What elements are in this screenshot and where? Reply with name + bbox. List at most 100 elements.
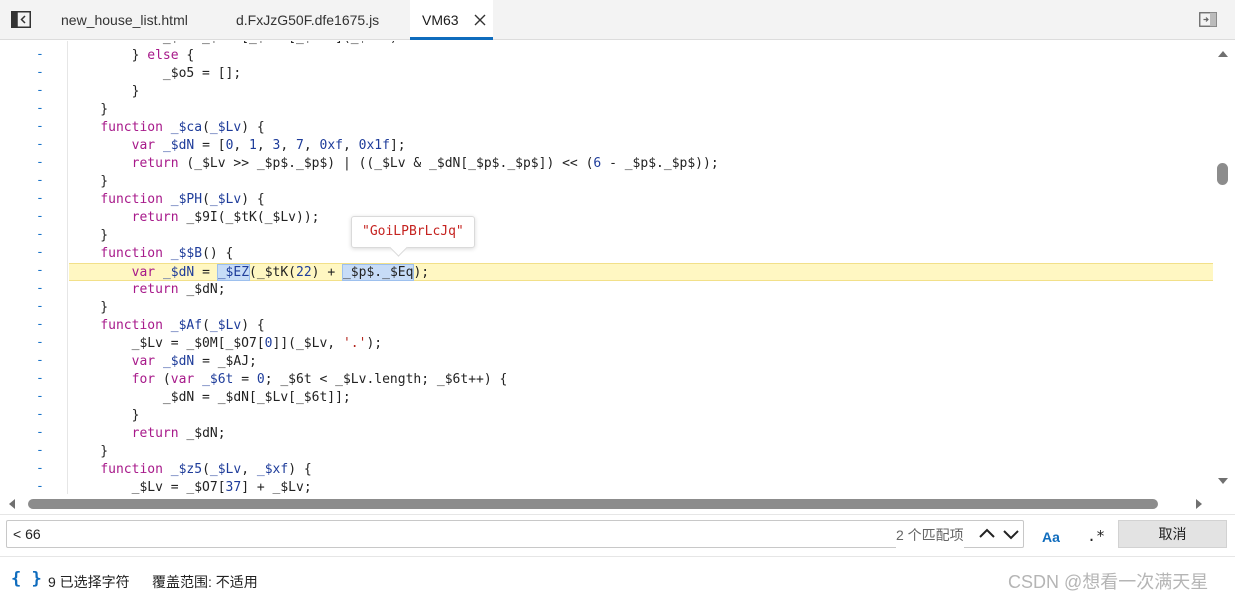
gutter-marker[interactable]: - — [36, 281, 50, 296]
gutter-marker[interactable]: - — [36, 443, 50, 458]
gutter-marker[interactable]: - — [36, 137, 50, 152]
gutter-marker[interactable]: - — [36, 299, 50, 314]
scroll-right-icon[interactable] — [1196, 499, 1202, 509]
code-token: ) { — [241, 192, 265, 207]
regex-button[interactable]: .* — [1087, 527, 1105, 545]
code-line[interactable]: function _$$B() { — [69, 245, 1213, 263]
code-line[interactable]: function _$ca(_$Lv) { — [69, 119, 1213, 137]
code-line[interactable]: return (_$Lv >> _$p$._$p$) | ((_$Lv & _$… — [69, 155, 1213, 173]
scroll-up-icon[interactable] — [1218, 51, 1228, 57]
code-line[interactable]: function _$Af(_$Lv) { — [69, 317, 1213, 335]
gutter-marker[interactable]: - — [36, 65, 50, 80]
code-token: ; _$6t < _$Lv.length; _$6t++) { — [264, 372, 508, 387]
scroll-down-icon[interactable] — [1218, 478, 1228, 484]
tab-new-house-list[interactable]: new_house_list.html — [45, 0, 204, 40]
gutter-marker[interactable]: - — [36, 461, 50, 476]
code-line[interactable]: return _$9I(_$tK(_$Lv)); — [69, 209, 1213, 227]
code-line[interactable]: for (var _$6t = 0; _$6t < _$Lv.length; _… — [69, 371, 1213, 389]
vertical-scrollbar[interactable] — [1213, 41, 1235, 494]
vertical-scroll-thumb[interactable] — [1217, 163, 1228, 185]
code-token: = [ — [194, 138, 226, 153]
code-token: _$Lv = _$0M[_$O7[ — [69, 336, 265, 351]
horizontal-scroll-thumb[interactable] — [28, 499, 1158, 509]
toggle-navigator-icon[interactable] — [11, 11, 31, 28]
code-line[interactable]: _$Lv = _$0M[_$O7[0]](_$Lv, '.'); — [69, 335, 1213, 353]
code-line[interactable]: } — [69, 83, 1213, 101]
tab-vm63[interactable]: VM63 — [410, 0, 493, 40]
code-token: ( — [202, 318, 210, 333]
code-line[interactable]: var _$dN = [0, 1, 3, 7, 0xf, 0x1f]; — [69, 137, 1213, 155]
code-token: 0xf — [319, 138, 343, 153]
code-line[interactable]: } — [69, 173, 1213, 191]
previous-match-icon[interactable] — [976, 522, 998, 546]
code-line[interactable]: function _$z5(_$Lv, _$xf) { — [69, 461, 1213, 479]
code-token: ) { — [241, 318, 265, 333]
code-line[interactable]: var _$dN = _$AJ; — [69, 353, 1213, 371]
gutter-marker[interactable]: - — [36, 389, 50, 404]
gutter-marker[interactable]: - — [36, 263, 50, 278]
code-token: , — [280, 138, 297, 153]
code-line[interactable]: function _$PH(_$Lv) { — [69, 191, 1213, 209]
code-line[interactable]: } — [69, 443, 1213, 461]
code-token: ( — [202, 462, 210, 477]
gutter-marker[interactable]: - — [36, 245, 50, 260]
code-line[interactable]: } — [69, 101, 1213, 119]
gutter-marker[interactable]: - — [36, 119, 50, 134]
cancel-button[interactable]: 取消 — [1118, 520, 1227, 548]
horizontal-scrollbar[interactable] — [0, 494, 1213, 514]
highlighted-code-line[interactable]: var _$dN = _$EZ(_$tK(22) + _$p$._$Eq); — [69, 263, 1213, 281]
next-match-icon[interactable] — [1000, 522, 1022, 546]
search-input[interactable]: < 66 — [6, 520, 1024, 548]
code-line[interactable]: _$o5 = []; — [69, 65, 1213, 83]
code-token: = — [194, 265, 218, 280]
code-token: 22 — [296, 265, 312, 280]
pretty-print-icon[interactable]: { } — [11, 569, 42, 589]
close-icon[interactable] — [472, 12, 488, 28]
code-line[interactable]: return _$dN; — [69, 425, 1213, 443]
gutter-marker[interactable]: - — [36, 41, 50, 44]
code-token: } — [69, 300, 109, 315]
scroll-left-icon[interactable] — [9, 499, 15, 509]
code-editor[interactable]: - - - - - - - - - - - - - - - - - - - - - - - - - - _$..._$...[_$… — [0, 41, 1213, 494]
code-token: ) { — [288, 462, 312, 477]
gutter-marker[interactable]: - — [36, 47, 50, 62]
gutter-marker[interactable]: - — [36, 479, 50, 494]
code-line[interactable]: _$Lv = _$O7[37] + _$Lv; — [69, 479, 1213, 494]
gutter-marker[interactable]: - — [36, 407, 50, 422]
gutter-marker[interactable]: - — [36, 335, 50, 350]
code-token: - _$p$._$p$)); — [601, 156, 719, 171]
gutter-marker[interactable]: - — [36, 173, 50, 188]
toggle-debugger-icon[interactable] — [1199, 12, 1217, 27]
gutter-marker[interactable]: - — [36, 317, 50, 332]
match-case-button[interactable]: Aa — [1042, 529, 1060, 545]
gutter-marker[interactable]: - — [36, 155, 50, 170]
tab-dfe-js[interactable]: d.FxJzG50F.dfe1675.js — [220, 0, 395, 40]
code-line[interactable]: } — [69, 227, 1213, 245]
gutter-marker[interactable]: - — [36, 83, 50, 98]
gutter-marker[interactable]: - — [36, 101, 50, 116]
gutter-marker[interactable]: - — [36, 227, 50, 242]
code-line[interactable]: } — [69, 407, 1213, 425]
code-line[interactable]: _$dN = _$dN[_$Lv[_$6t]]; — [69, 389, 1213, 407]
code-token: function — [100, 462, 163, 477]
gutter-marker[interactable]: - — [36, 191, 50, 206]
code-line[interactable]: return _$dN; — [69, 281, 1213, 299]
code-token: _$dN — [162, 265, 195, 280]
code-token: return — [131, 156, 179, 171]
code-token: 7 — [296, 138, 304, 153]
gutter-marker[interactable]: - — [36, 209, 50, 224]
gutter-marker[interactable]: - — [36, 371, 50, 386]
code-token: ) { — [241, 120, 265, 135]
code-token: , — [256, 138, 273, 153]
code-token: _$6t — [202, 372, 234, 387]
gutter-marker[interactable]: - — [36, 353, 50, 368]
code-line[interactable]: } — [69, 299, 1213, 317]
code-line[interactable]: } else { — [69, 47, 1213, 65]
gutter-marker[interactable]: - — [36, 425, 50, 440]
